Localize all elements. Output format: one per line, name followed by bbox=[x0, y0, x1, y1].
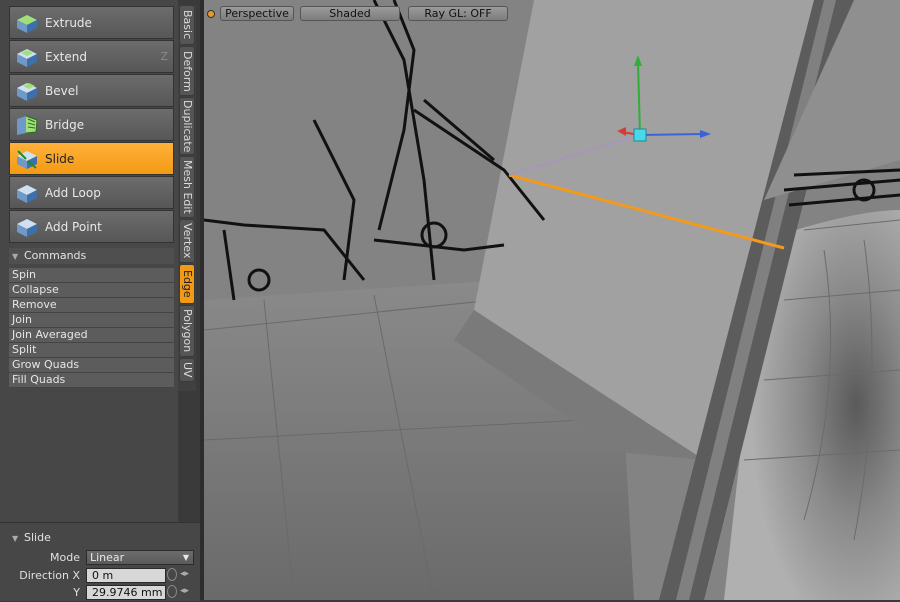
extend-label: Extend bbox=[45, 49, 87, 64]
tab-duplicate[interactable]: Duplicate bbox=[179, 97, 195, 155]
raygl-button[interactable]: Ray GL: OFF bbox=[408, 6, 508, 21]
command-collapse[interactable]: Collapse bbox=[9, 283, 174, 298]
command-join[interactable]: Join bbox=[9, 313, 174, 328]
add-point-icon bbox=[12, 213, 42, 241]
mode-dropdown[interactable]: Linear ▼ bbox=[86, 550, 194, 565]
command-split[interactable]: Split bbox=[9, 343, 174, 358]
command-remove[interactable]: Remove bbox=[9, 298, 174, 313]
slide-icon bbox=[12, 145, 42, 173]
tool-tabs: Basic Deform Duplicate Mesh Edit Vertex … bbox=[178, 5, 196, 391]
tab-basic[interactable]: Basic bbox=[179, 5, 195, 45]
modeling-app: Extrude Extend Z Bevel Bridge Slide Add … bbox=[0, 0, 900, 601]
command-spin[interactable]: Spin bbox=[9, 268, 174, 283]
extrude-button[interactable]: Extrude bbox=[9, 6, 174, 39]
extrude-label: Extrude bbox=[45, 15, 92, 30]
tab-polygon[interactable]: Polygon bbox=[179, 305, 195, 357]
y-field[interactable]: 29.9746 mm bbox=[86, 585, 166, 600]
command-fill-quads[interactable]: Fill Quads bbox=[9, 373, 174, 388]
slider-arrows-icon[interactable]: ◂▸ bbox=[180, 568, 194, 581]
tab-mesh-edit[interactable]: Mesh Edit bbox=[179, 156, 195, 218]
direction-x-label: Direction X bbox=[19, 569, 80, 582]
mode-label: Mode bbox=[50, 551, 80, 564]
extend-button[interactable]: Extend Z bbox=[9, 40, 174, 73]
tab-deform[interactable]: Deform bbox=[179, 46, 195, 96]
y-row: Y 29.9746 mm ◂▸ bbox=[0, 585, 200, 602]
bridge-icon bbox=[12, 111, 42, 139]
view-type-button[interactable]: Perspective bbox=[220, 6, 294, 21]
reset-dial-icon[interactable] bbox=[167, 585, 177, 598]
collapse-triangle-icon: ▼ bbox=[12, 252, 19, 261]
tool-properties-panel: ▼ Slide Mode Linear ▼ Direction X 0 m ◂▸ … bbox=[0, 522, 200, 601]
commands-header[interactable]: ▼ Commands bbox=[9, 248, 174, 264]
mode-row: Mode Linear ▼ bbox=[0, 550, 200, 567]
slide-label: Slide bbox=[45, 151, 75, 166]
viewport-scene bbox=[204, 0, 900, 600]
direction-x-row: Direction X 0 m ◂▸ bbox=[0, 568, 200, 585]
direction-x-field[interactable]: 0 m bbox=[86, 568, 166, 583]
tab-vertex[interactable]: Vertex bbox=[179, 219, 195, 263]
bevel-icon bbox=[12, 77, 42, 105]
extend-icon bbox=[12, 43, 42, 71]
viewport-toolbar: Perspective Shaded Ray GL: OFF bbox=[204, 4, 900, 22]
add-loop-icon bbox=[12, 179, 42, 207]
bevel-button[interactable]: Bevel bbox=[9, 74, 174, 107]
shading-button[interactable]: Shaded bbox=[300, 6, 400, 21]
collapse-triangle-icon: ▼ bbox=[12, 534, 19, 543]
y-label: Y bbox=[73, 586, 80, 599]
command-join-averaged[interactable]: Join Averaged bbox=[9, 328, 174, 343]
chevron-down-icon: ▼ bbox=[182, 553, 189, 562]
tab-uv[interactable]: UV bbox=[179, 358, 195, 382]
add-loop-label: Add Loop bbox=[45, 185, 101, 200]
bevel-label: Bevel bbox=[45, 83, 79, 98]
add-loop-button[interactable]: Add Loop bbox=[9, 176, 174, 209]
properties-header[interactable]: ▼ Slide bbox=[9, 530, 194, 546]
viewport-options-icon[interactable] bbox=[207, 10, 215, 18]
bridge-button[interactable]: Bridge bbox=[9, 108, 174, 141]
tab-edge[interactable]: Edge bbox=[179, 264, 195, 304]
add-point-button[interactable]: Add Point bbox=[9, 210, 174, 243]
extend-hotkey: Z bbox=[160, 50, 168, 63]
3d-viewport[interactable]: Perspective Shaded Ray GL: OFF bbox=[204, 0, 900, 600]
extrude-icon bbox=[12, 9, 42, 37]
command-grow-quads[interactable]: Grow Quads bbox=[9, 358, 174, 373]
add-point-label: Add Point bbox=[45, 219, 102, 234]
tool-panel: Extrude Extend Z Bevel Bridge Slide Add … bbox=[0, 0, 178, 600]
bridge-label: Bridge bbox=[45, 117, 85, 132]
reset-dial-icon[interactable] bbox=[167, 568, 177, 581]
slider-arrows-icon[interactable]: ◂▸ bbox=[180, 585, 194, 598]
slide-button[interactable]: Slide bbox=[9, 142, 174, 175]
